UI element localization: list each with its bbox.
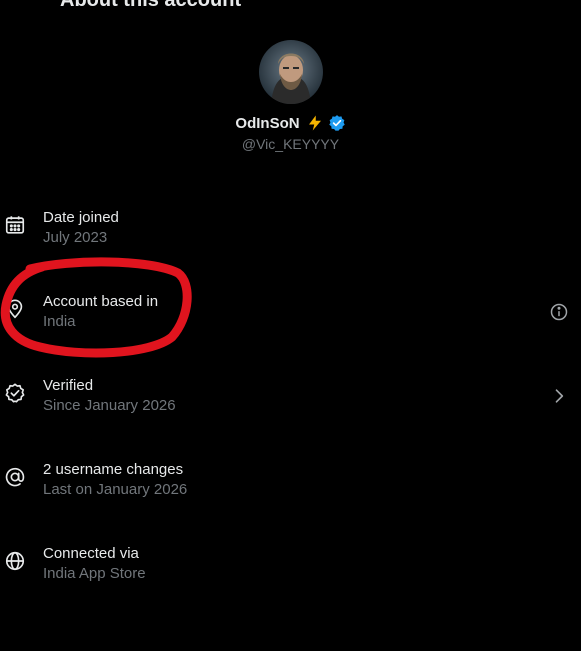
row-text: Account based in India <box>43 292 158 332</box>
row-subtitle: India App Store <box>43 565 146 582</box>
info-icon[interactable] <box>549 302 569 322</box>
avatar[interactable] <box>258 40 323 104</box>
info-row-account-based-in[interactable]: Account based in India <box>0 284 581 368</box>
row-title: 2 username changes <box>43 461 184 478</box>
info-row-connected-via[interactable]: Connected via India App Store <box>0 536 581 620</box>
location-icon <box>7 299 23 319</box>
handle: @Vic_KEYYYY <box>241 136 340 152</box>
name-row: OdInSoN <box>0 112 581 134</box>
lightning-bolt-icon <box>308 115 321 131</box>
verified-badge-icon[interactable] <box>328 114 346 132</box>
row-title: Connected via <box>43 545 139 562</box>
row-text: Date joined July 2023 <box>43 208 119 248</box>
info-row-username-changes[interactable]: 2 username changes Last on January 2026 <box>0 452 581 536</box>
row-text: Connected via India App Store <box>43 544 146 584</box>
calendar-icon <box>5 216 25 234</box>
row-title: Account based in <box>43 293 159 310</box>
row-subtitle: Last on January 2026 <box>43 481 188 498</box>
globe-icon <box>5 551 25 571</box>
row-subtitle: Since January 2026 <box>43 397 176 414</box>
account-info-list: Date joined July 2023 Account based in I… <box>0 200 581 620</box>
row-title: Verified <box>43 377 94 394</box>
row-title: Date joined <box>43 209 119 226</box>
chevron-right-icon[interactable] <box>549 386 569 406</box>
profile-header: OdInSoN @Vic_KEYYYY <box>0 40 581 152</box>
page-title: About this account <box>60 0 242 11</box>
display-name: OdInSoN <box>235 114 300 132</box>
verified-check-icon <box>5 383 25 403</box>
info-row-date-joined[interactable]: Date joined July 2023 <box>0 200 581 284</box>
at-sign-icon <box>5 467 25 487</box>
info-row-verified[interactable]: Verified Since January 2026 <box>0 368 581 452</box>
row-subtitle: July 2023 <box>43 229 108 246</box>
row-text: Verified Since January 2026 <box>43 376 176 416</box>
row-text: 2 username changes Last on January 2026 <box>43 460 187 500</box>
row-subtitle: India <box>43 313 76 330</box>
